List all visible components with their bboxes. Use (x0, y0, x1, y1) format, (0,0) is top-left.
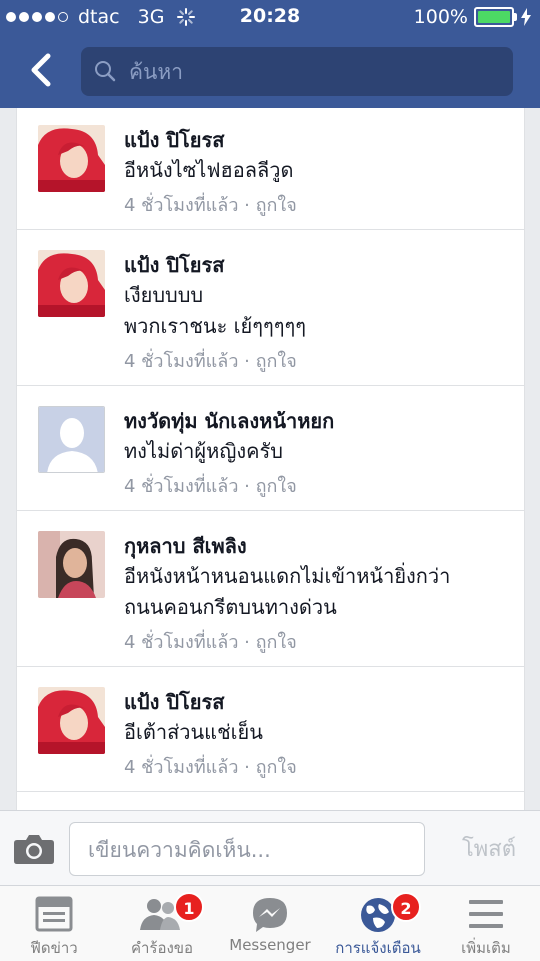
like-link[interactable]: ถูกใจ (256, 757, 297, 778)
status-bar: dtac 3G 20:28 100% (0, 0, 540, 36)
tab-notifications[interactable]: 2 การแจ้งเตือน (324, 886, 432, 961)
avatar-photo-red-hair (38, 125, 105, 192)
tab-messenger[interactable]: Messenger (216, 886, 324, 961)
menu-icon (469, 900, 503, 928)
comment-list[interactable]: แป้ง ปิโยรส อีหนังไซไฟฮอลลีวูด 4 ชั่วโมง… (16, 108, 525, 810)
avatar[interactable] (38, 687, 105, 754)
back-button[interactable] (22, 50, 62, 90)
comment-time: 4 ชั่วโมงที่แล้ว (124, 632, 239, 653)
tab-news-feed[interactable]: ฟีดข่าว (0, 886, 108, 961)
notifications-badge: 2 (391, 892, 421, 922)
comment-input-box[interactable] (69, 822, 425, 876)
avatar[interactable] (38, 125, 105, 192)
tab-more[interactable]: เพิ่มเติม (432, 886, 540, 961)
news-feed-icon (35, 896, 73, 932)
tab-friend-requests[interactable]: 1 คำร้องขอ (108, 886, 216, 961)
messenger-icon (253, 898, 287, 932)
comment-item: แป้ง ปิโยรส เงียบบบบ พวกเราชนะ เย้ๆๆๆๆๆ … (17, 230, 524, 386)
camera-button[interactable] (13, 833, 55, 865)
battery-icon (474, 7, 517, 27)
navigation-bar: dtac 3G 20:28 100% (0, 0, 540, 108)
comment-meta: 4 ชั่วโมงที่แล้ว · ถูกใจ (124, 757, 297, 778)
comment-meta: 4 ชั่วโมงที่แล้ว · ถูกใจ (124, 195, 297, 216)
comment-meta: 4 ชั่วโมงที่แล้ว · ถูกใจ (124, 476, 297, 497)
tab-label: ฟีดข่าว (30, 939, 78, 957)
tab-label: Messenger (229, 936, 311, 954)
tab-label: คำร้องขอ (130, 939, 194, 957)
avatar-photo-red-hair (38, 687, 105, 754)
comment-item: แป้ง ปิโยรส อีหนังไซไฟฮอลลีวูด 4 ชั่วโมง… (17, 108, 524, 230)
comment-time: 4 ชั่วโมงที่แล้ว (124, 757, 239, 778)
battery-percent: 100% (413, 6, 468, 28)
avatar-photo-woman (38, 531, 105, 598)
comment-text: พวกเราชนะ เย้ๆๆๆๆๆ (124, 314, 306, 338)
avatar[interactable] (38, 250, 105, 317)
comment-text: อีหนังหน้าหนอนแดกไม่เข้าหน้ายิ่งกว่า (124, 564, 451, 588)
commenter-name[interactable]: ทงวัดทุ่ม นักเลงหน้าหยก (124, 405, 334, 437)
comment-meta: 4 ชั่วโมงที่แล้ว · ถูกใจ (124, 632, 297, 653)
commenter-name[interactable]: แป้ง ปิโยรส (124, 124, 224, 156)
commenter-name[interactable]: แป้ง ปิโยรส (124, 249, 224, 281)
avatar[interactable] (38, 406, 105, 473)
comment-text: เงียบบบบ (124, 283, 204, 307)
comment-meta: 4 ชั่วโมงที่แล้ว · ถูกใจ (124, 351, 297, 372)
like-link[interactable]: ถูกใจ (256, 351, 297, 372)
comment-text: ทงไม่ด่าผู้หญิงครับ (124, 439, 283, 463)
avatar[interactable] (38, 531, 105, 598)
post-button[interactable]: โพสต์ (462, 831, 516, 866)
comment-input[interactable] (86, 833, 410, 867)
comment-item: กุหลาบ สีเพลิง อีหนังหน้าหนอนแดกไม่เข้าห… (17, 511, 524, 667)
charging-bolt-icon (521, 8, 531, 26)
commenter-name[interactable]: กุหลาบ สีเพลิง (124, 530, 247, 562)
like-link[interactable]: ถูกใจ (256, 632, 297, 653)
comment-composer: โพสต์ (0, 810, 540, 886)
comment-time: 4 ชั่วโมงที่แล้ว (124, 351, 239, 372)
search-bar[interactable] (81, 47, 513, 96)
tab-label: การแจ้งเตือน (335, 939, 421, 957)
search-input[interactable] (127, 55, 501, 89)
tab-bar: ฟีดข่าว 1 คำร้องขอ Messenger 2 การแจ้งเต… (0, 885, 540, 961)
like-link[interactable]: ถูกใจ (256, 195, 297, 216)
commenter-name[interactable]: แป้ง ปิโยรส (124, 686, 224, 718)
like-link[interactable]: ถูกใจ (256, 476, 297, 497)
comment-time: 4 ชั่วโมงที่แล้ว (124, 195, 239, 216)
requests-badge: 1 (174, 892, 204, 922)
tab-label: เพิ่มเติม (461, 939, 511, 957)
comment-text: อีเต้าส่วนแช่เย็น (124, 720, 263, 744)
comment-text: ถนนคอนกรีตบนทางด่วน (124, 595, 337, 619)
comment-time: 4 ชั่วโมงที่แล้ว (124, 476, 239, 497)
comment-item: แป้ง ปิโยรส อีเต้าส่วนแช่เย็น 4 ชั่วโมงท… (17, 667, 524, 792)
avatar-photo-red-hair (38, 250, 105, 317)
comment-item: ทงวัดทุ่ม นักเลงหน้าหยก ทงไม่ด่าผู้หญิงค… (17, 386, 524, 511)
default-user-silhouette-icon (39, 407, 104, 472)
comment-text: อีหนังไซไฟฮอลลีวูด (124, 158, 294, 182)
search-icon (95, 61, 116, 82)
